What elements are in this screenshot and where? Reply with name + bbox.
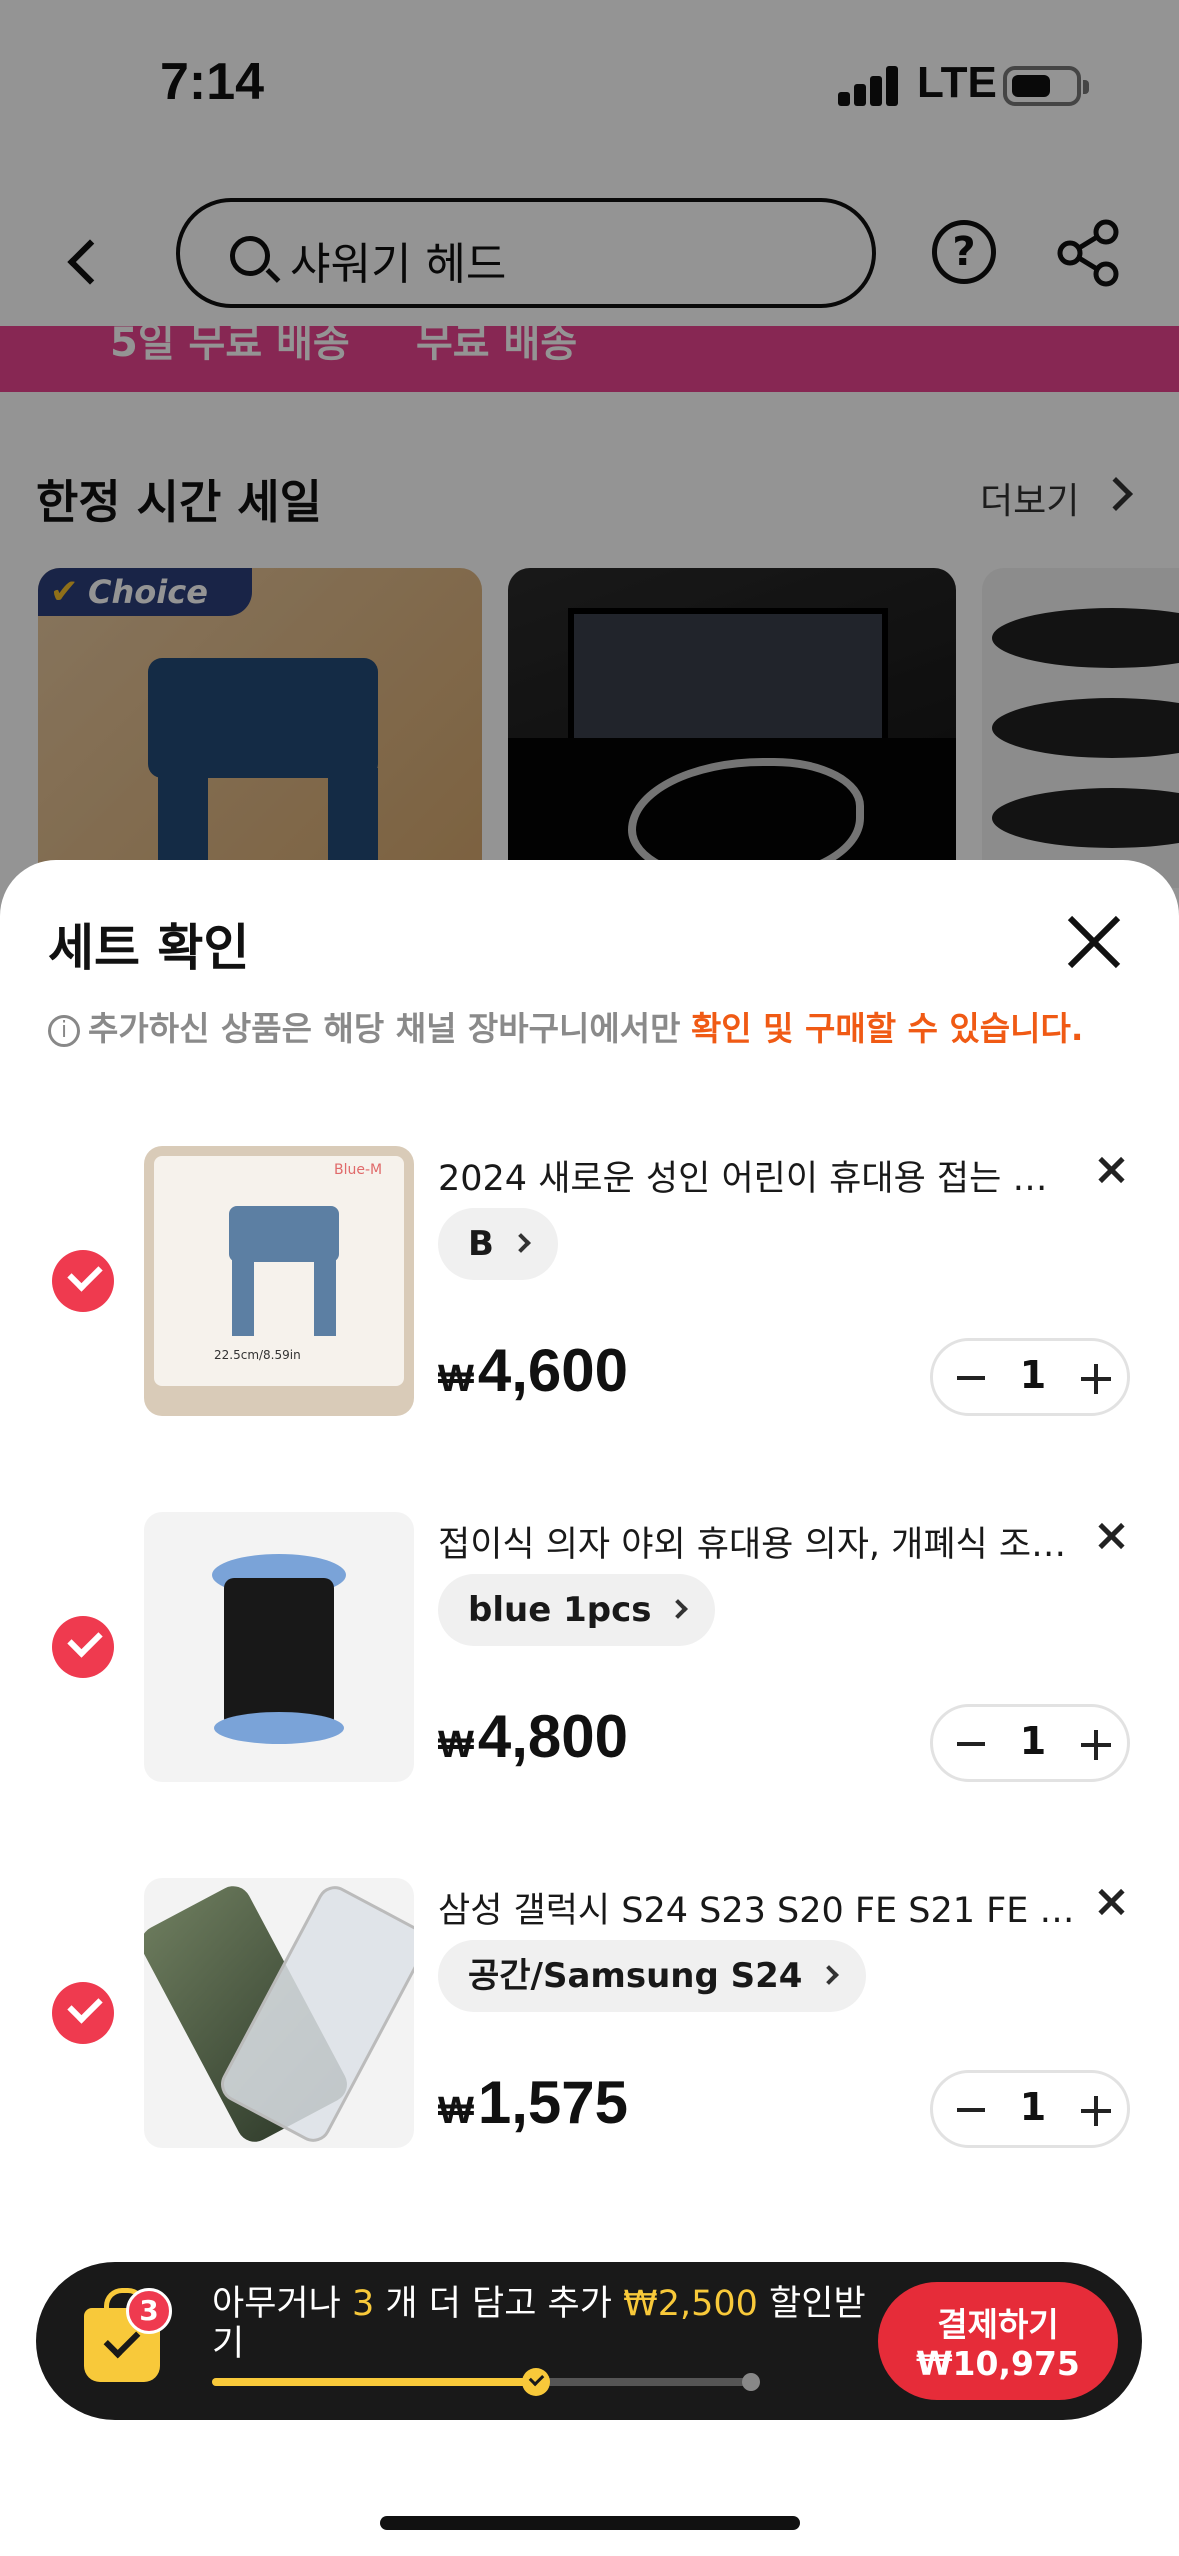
cart-count-badge: 3 — [126, 2288, 172, 2334]
chevron-right-icon — [819, 1965, 840, 1985]
checkout-total: ₩10,975 — [916, 2344, 1080, 2383]
remove-icon[interactable] — [1092, 1516, 1132, 1556]
checkout-label: 결제하기 — [937, 2305, 1059, 2344]
info-icon: i — [48, 1014, 80, 1047]
discount-progress-bar — [212, 2368, 760, 2396]
variant-label: 공간/Samsung S24 — [468, 1956, 803, 1996]
sheet-title: 세트 확인 — [48, 919, 250, 977]
plus-icon[interactable] — [1081, 1363, 1113, 1395]
promo-amount: ₩2,500 — [623, 2284, 758, 2324]
item-name[interactable]: 2024 새로운 성인 어린이 휴대용 접는 의자 ... — [438, 1150, 1078, 1201]
minus-icon[interactable] — [957, 1742, 985, 1746]
info-notice: i 추가하신 상품은 해당 채널 장바구니에서만 확인 및 구매할 수 있습니다. — [48, 1002, 1083, 1050]
currency-symbol: ₩ — [438, 1724, 474, 1766]
cart-item: Blue-M 22.5cm/8.59in 2024 새로운 성인 어린이 휴대용… — [0, 1146, 1179, 1416]
currency-symbol: ₩ — [438, 1358, 474, 1400]
price-value: 1,575 — [477, 2069, 629, 2136]
close-icon[interactable] — [1064, 912, 1124, 972]
discount-promo-text: 아무거나 3 개 더 담고 추가 ₩2,500 할인받기 — [212, 2284, 866, 2364]
variant-label: B — [468, 1224, 494, 1264]
quantity-stepper: 1 — [930, 1704, 1130, 1782]
item-name[interactable]: 삼성 갤럭시 S24 S23 S20 FE S21 FE S2... — [438, 1882, 1078, 1933]
checkout-button[interactable]: 결제하기 ₩10,975 — [878, 2282, 1118, 2400]
price-value: 4,600 — [477, 1337, 629, 1404]
product-thumbnail[interactable] — [144, 1512, 414, 1782]
minus-icon[interactable] — [957, 1376, 985, 1380]
price-value: 4,800 — [477, 1703, 629, 1770]
item-price: ₩4,600 — [438, 1336, 628, 1405]
product-thumbnail[interactable]: Blue-M 22.5cm/8.59in — [144, 1146, 414, 1416]
cart-item: 삼성 갤럭시 S24 S23 S20 FE S21 FE S2... 공간/Sa… — [0, 1878, 1179, 2148]
chevron-right-icon — [668, 1599, 689, 1619]
checkbox-checked-icon[interactable] — [52, 1250, 114, 1312]
cart-bar: 3 아무거나 3 개 더 담고 추가 ₩2,500 할인받기 결제하기 ₩10,… — [36, 2262, 1142, 2420]
info-text-highlight: 확인 및 구매할 수 있습니다. — [690, 1009, 1084, 1048]
quantity-stepper: 1 — [930, 2070, 1130, 2148]
checkbox-checked-icon[interactable] — [52, 1982, 114, 2044]
remove-icon[interactable] — [1092, 1882, 1132, 1922]
chevron-right-icon — [511, 1233, 531, 1253]
progress-fill — [212, 2378, 536, 2386]
quantity-value: 1 — [1019, 1719, 1047, 1763]
cart-item: 접이식 의자 야외 휴대용 의자, 개폐식 조절 ... blue 1pcs ₩… — [0, 1512, 1179, 1782]
thumbnail-dimensions: 22.5cm/8.59in — [214, 1348, 301, 1362]
plus-icon[interactable] — [1081, 1729, 1113, 1761]
minus-icon[interactable] — [957, 2108, 985, 2112]
item-name[interactable]: 접이식 의자 야외 휴대용 의자, 개폐식 조절 ... — [438, 1516, 1078, 1567]
checkbox-checked-icon[interactable] — [52, 1616, 114, 1678]
quantity-value: 1 — [1019, 2085, 1047, 2129]
currency-symbol: ₩ — [438, 2090, 474, 2132]
quantity-stepper: 1 — [930, 1338, 1130, 1416]
progress-end-dot — [742, 2373, 760, 2391]
progress-check-icon — [522, 2368, 550, 2396]
info-text: 추가하신 상품은 해당 채널 장바구니에서만 — [88, 1009, 681, 1048]
variant-label: blue 1pcs — [468, 1590, 652, 1630]
product-thumbnail[interactable] — [144, 1878, 414, 2148]
plus-icon[interactable] — [1081, 2095, 1113, 2127]
thumbnail-label: Blue-M — [334, 1162, 383, 1178]
variant-selector[interactable]: blue 1pcs — [438, 1574, 716, 1646]
remove-icon[interactable] — [1092, 1150, 1132, 1190]
home-indicator[interactable] — [380, 2516, 800, 2530]
variant-selector[interactable]: B — [438, 1208, 558, 1280]
item-price: ₩4,800 — [438, 1702, 628, 1771]
variant-selector[interactable]: 공간/Samsung S24 — [438, 1940, 867, 2012]
item-price: ₩1,575 — [438, 2068, 628, 2137]
quantity-value: 1 — [1019, 1353, 1047, 1397]
promo-count: 3 — [351, 2284, 375, 2324]
